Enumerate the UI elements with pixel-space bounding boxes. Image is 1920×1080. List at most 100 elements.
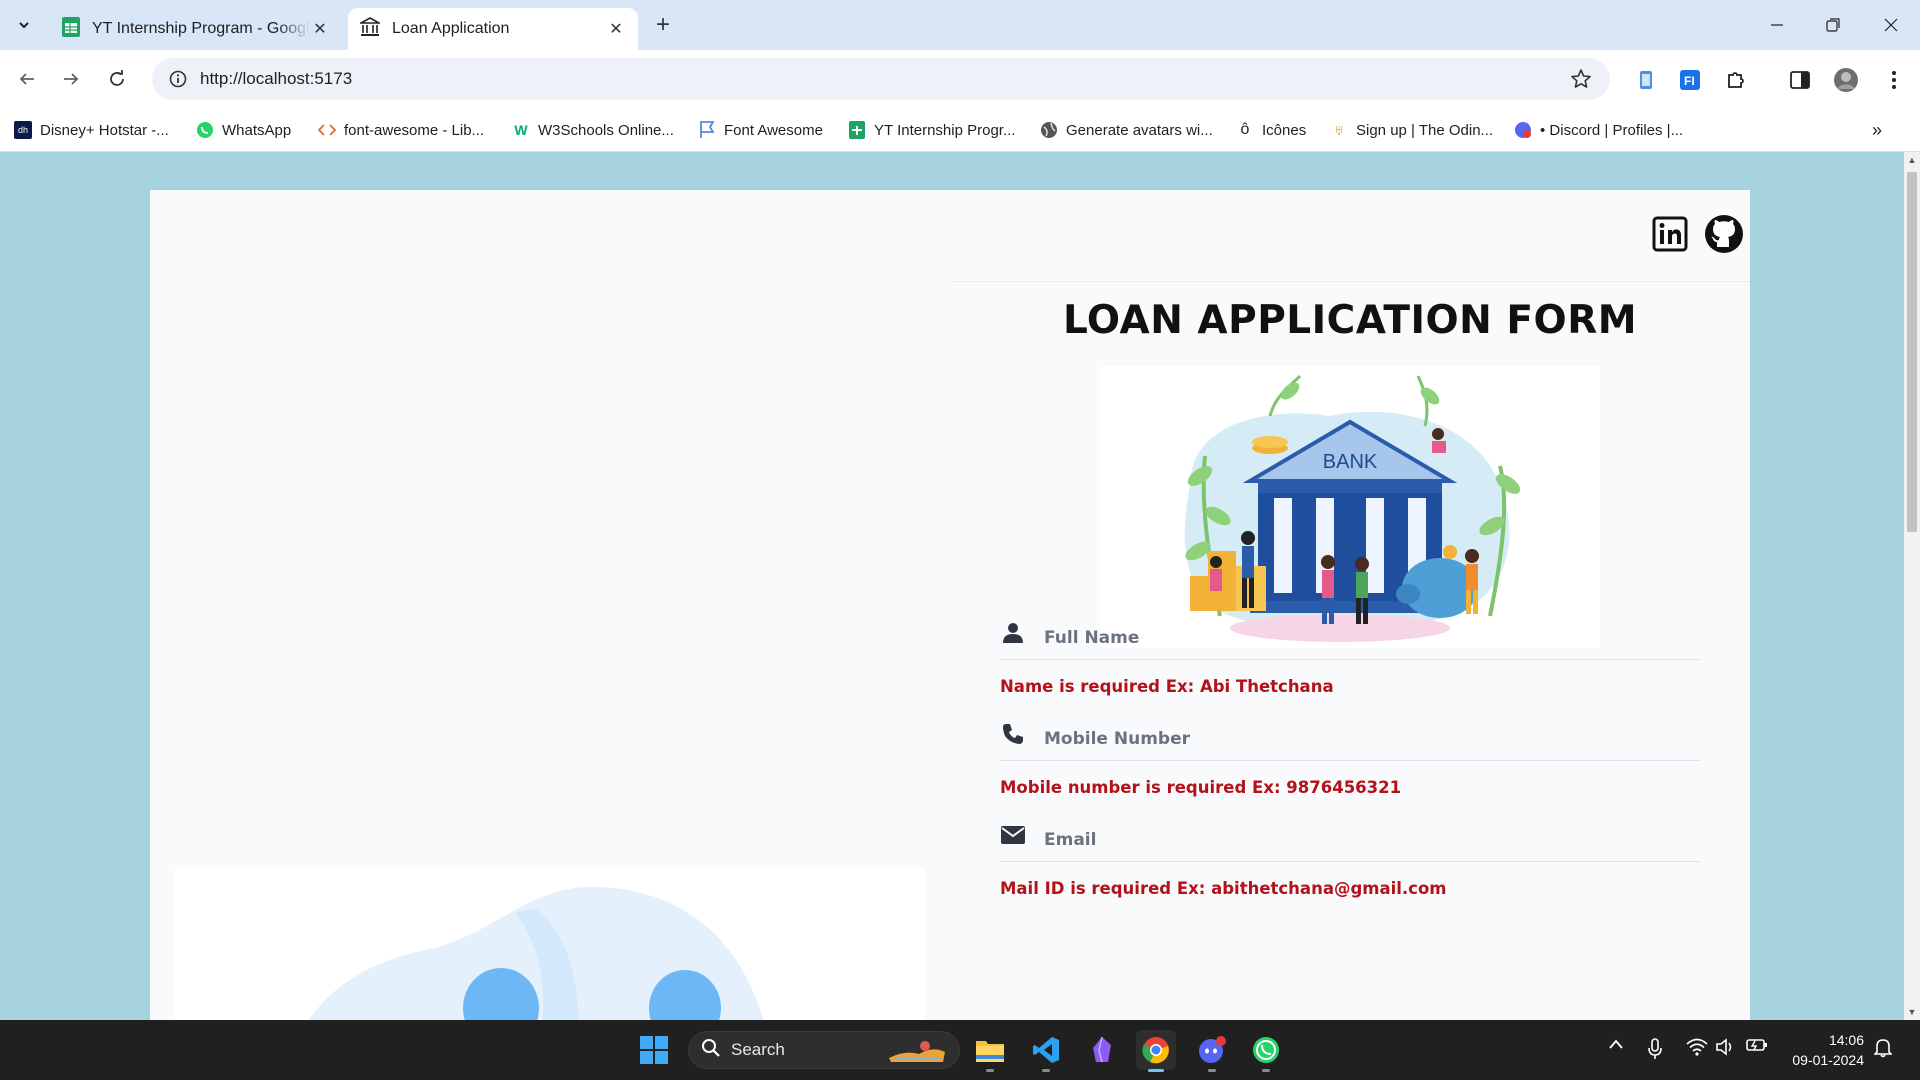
whatsapp-icon[interactable] [1246, 1030, 1286, 1072]
bookmark-label: Sign up | The Odin... [1356, 121, 1494, 139]
mobile-number-field [1000, 695, 1700, 761]
tab-sheets[interactable]: YT Internship Program - Google Sheets ✕ [50, 8, 342, 50]
full-name-field [1000, 594, 1700, 660]
restore-button[interactable] [1818, 12, 1848, 38]
close-window-button[interactable] [1876, 12, 1906, 38]
icones-icon: ô [1240, 121, 1250, 138]
google-sheets-icon [848, 121, 866, 139]
user-icon [1000, 620, 1026, 646]
bookmark-label: Disney+ Hotstar -... [40, 121, 169, 139]
odin-icon: ♅ [1333, 121, 1345, 139]
linkedin-icon[interactable] [1650, 214, 1690, 254]
obsidian-icon[interactable] [1082, 1030, 1122, 1070]
w3schools-icon: W [514, 122, 528, 138]
bookmark-label: Generate avatars wi... [1066, 121, 1213, 139]
code-icon [318, 121, 336, 139]
bookmark-label: WhatsApp [222, 121, 292, 139]
taskbar: Search 14:06 09-01-2024 [0, 1020, 1920, 1080]
reload-icon [110, 70, 124, 86]
scroll-up-icon[interactable]: ▲ [1904, 152, 1920, 168]
bookmark-yt-internship[interactable]: YT Internship Progr... [848, 118, 1015, 142]
clock-date: 09-01-2024 [1792, 1052, 1864, 1068]
bookmark-w3schools[interactable]: W W3Schools Online... [512, 118, 674, 142]
wifi-icon[interactable] [1686, 1038, 1708, 1056]
mobile-number-input[interactable] [1044, 725, 1684, 753]
email-error: Mail ID is required Ex: abithetchana@gma… [1000, 879, 1447, 898]
scrollbar-thumb[interactable] [1907, 172, 1917, 532]
bookmark-label: W3Schools Online... [538, 121, 674, 139]
page-scrollbar[interactable]: ▲ ▼ [1904, 152, 1920, 1020]
form-header [950, 190, 1750, 282]
svg-text:FI: FI [1684, 74, 1695, 88]
search-icon [701, 1038, 721, 1063]
phone-icon [1000, 721, 1026, 747]
bookmark-font-awesome-lib[interactable]: font-awesome - Lib... [318, 118, 484, 142]
github-icon[interactable] [1704, 214, 1744, 254]
whatsapp-icon [196, 121, 214, 139]
google-sheets-icon [62, 16, 80, 42]
more-bookmarks-icon[interactable]: » [1872, 118, 1882, 142]
flag-icon [698, 121, 716, 139]
minimize-button[interactable] [1762, 12, 1792, 38]
bookmark-odin[interactable]: ♅ Sign up | The Odin... [1330, 118, 1493, 142]
tab-title: YT Internship Program - Google Sheets [92, 20, 310, 37]
microphone-icon[interactable] [1648, 1038, 1662, 1060]
side-panel-icon[interactable] [1786, 66, 1814, 94]
fi-extension-icon[interactable]: FI [1676, 66, 1704, 94]
email-field [1000, 796, 1700, 862]
profile-avatar[interactable] [1832, 66, 1860, 94]
url-text[interactable]: http://localhost:5173 [200, 69, 352, 89]
discord-icon[interactable] [1192, 1030, 1232, 1072]
puzzle-extensions-icon[interactable] [1722, 66, 1750, 94]
blob-illustration [308, 886, 764, 1020]
tab-loan-application[interactable]: Loan Application ✕ [348, 8, 638, 50]
volume-icon[interactable] [1716, 1038, 1736, 1056]
file-explorer-icon[interactable] [970, 1030, 1010, 1072]
search-highlight-icon [885, 1036, 949, 1071]
restore-icon [1826, 18, 1840, 32]
email-input[interactable] [1044, 826, 1684, 854]
site-info-icon[interactable] [158, 70, 198, 88]
illustration-panel [175, 868, 925, 1020]
extension-icon[interactable] [1632, 66, 1660, 94]
notifications-icon[interactable] [1874, 1038, 1892, 1058]
back-button[interactable] [12, 64, 42, 94]
close-icon[interactable]: ✕ [606, 19, 626, 39]
full-name-input[interactable] [1044, 624, 1684, 652]
taskbar-search[interactable]: Search [688, 1031, 960, 1069]
forward-button[interactable] [56, 64, 86, 94]
page-title: LOAN APPLICATION FORM [1062, 298, 1638, 343]
bookmark-discord[interactable]: • Discord | Profiles |... [1514, 118, 1683, 142]
full-name-error: Name is required Ex: Abi Thetchana [1000, 677, 1334, 696]
bank-icon [357, 16, 383, 42]
form-card: LOAN APPLICATION FORM BANK Full Name Nam… [150, 190, 1750, 1020]
bank-label: BANK [1323, 451, 1378, 473]
bookmark-star-icon[interactable] [1570, 68, 1592, 95]
envelope-icon [1000, 822, 1026, 848]
battery-icon[interactable] [1746, 1038, 1768, 1052]
bookmark-label: YT Internship Progr... [874, 121, 1016, 139]
address-bar[interactable]: http://localhost:5173 [152, 58, 1610, 100]
arrow-left-icon [19, 73, 34, 85]
chevron-up-icon[interactable] [1608, 1038, 1624, 1050]
bookmark-whatsapp[interactable]: WhatsApp [196, 118, 291, 142]
clock[interactable]: 14:06 09-01-2024 [1784, 1030, 1864, 1070]
kebab-menu-icon[interactable] [1880, 66, 1908, 94]
bookmark-generate-avatars[interactable]: Generate avatars wi... [1040, 118, 1213, 142]
bookmark-hotstar[interactable]: dh Disney+ Hotstar -... [14, 118, 169, 142]
scroll-down-icon[interactable]: ▼ [1904, 1004, 1920, 1020]
search-label: Search [731, 1040, 785, 1059]
bookmark-font-awesome[interactable]: Font Awesome [698, 118, 823, 142]
close-icon[interactable]: ✕ [310, 19, 330, 39]
clock-time: 14:06 [1828, 1032, 1864, 1048]
bookmark-icones[interactable]: ô Icônes [1236, 118, 1307, 142]
reload-button[interactable] [102, 64, 132, 94]
new-tab-button[interactable]: + [650, 11, 676, 38]
tab-search-button[interactable] [10, 12, 38, 38]
vscode-icon[interactable] [1026, 1030, 1066, 1072]
minimize-icon [1771, 24, 1783, 26]
windows-start-icon[interactable] [634, 1030, 674, 1070]
chrome-icon[interactable] [1136, 1030, 1176, 1072]
bookmark-label: font-awesome - Lib... [344, 121, 485, 139]
mobile-number-error: Mobile number is required Ex: 9876456321 [1000, 778, 1402, 797]
